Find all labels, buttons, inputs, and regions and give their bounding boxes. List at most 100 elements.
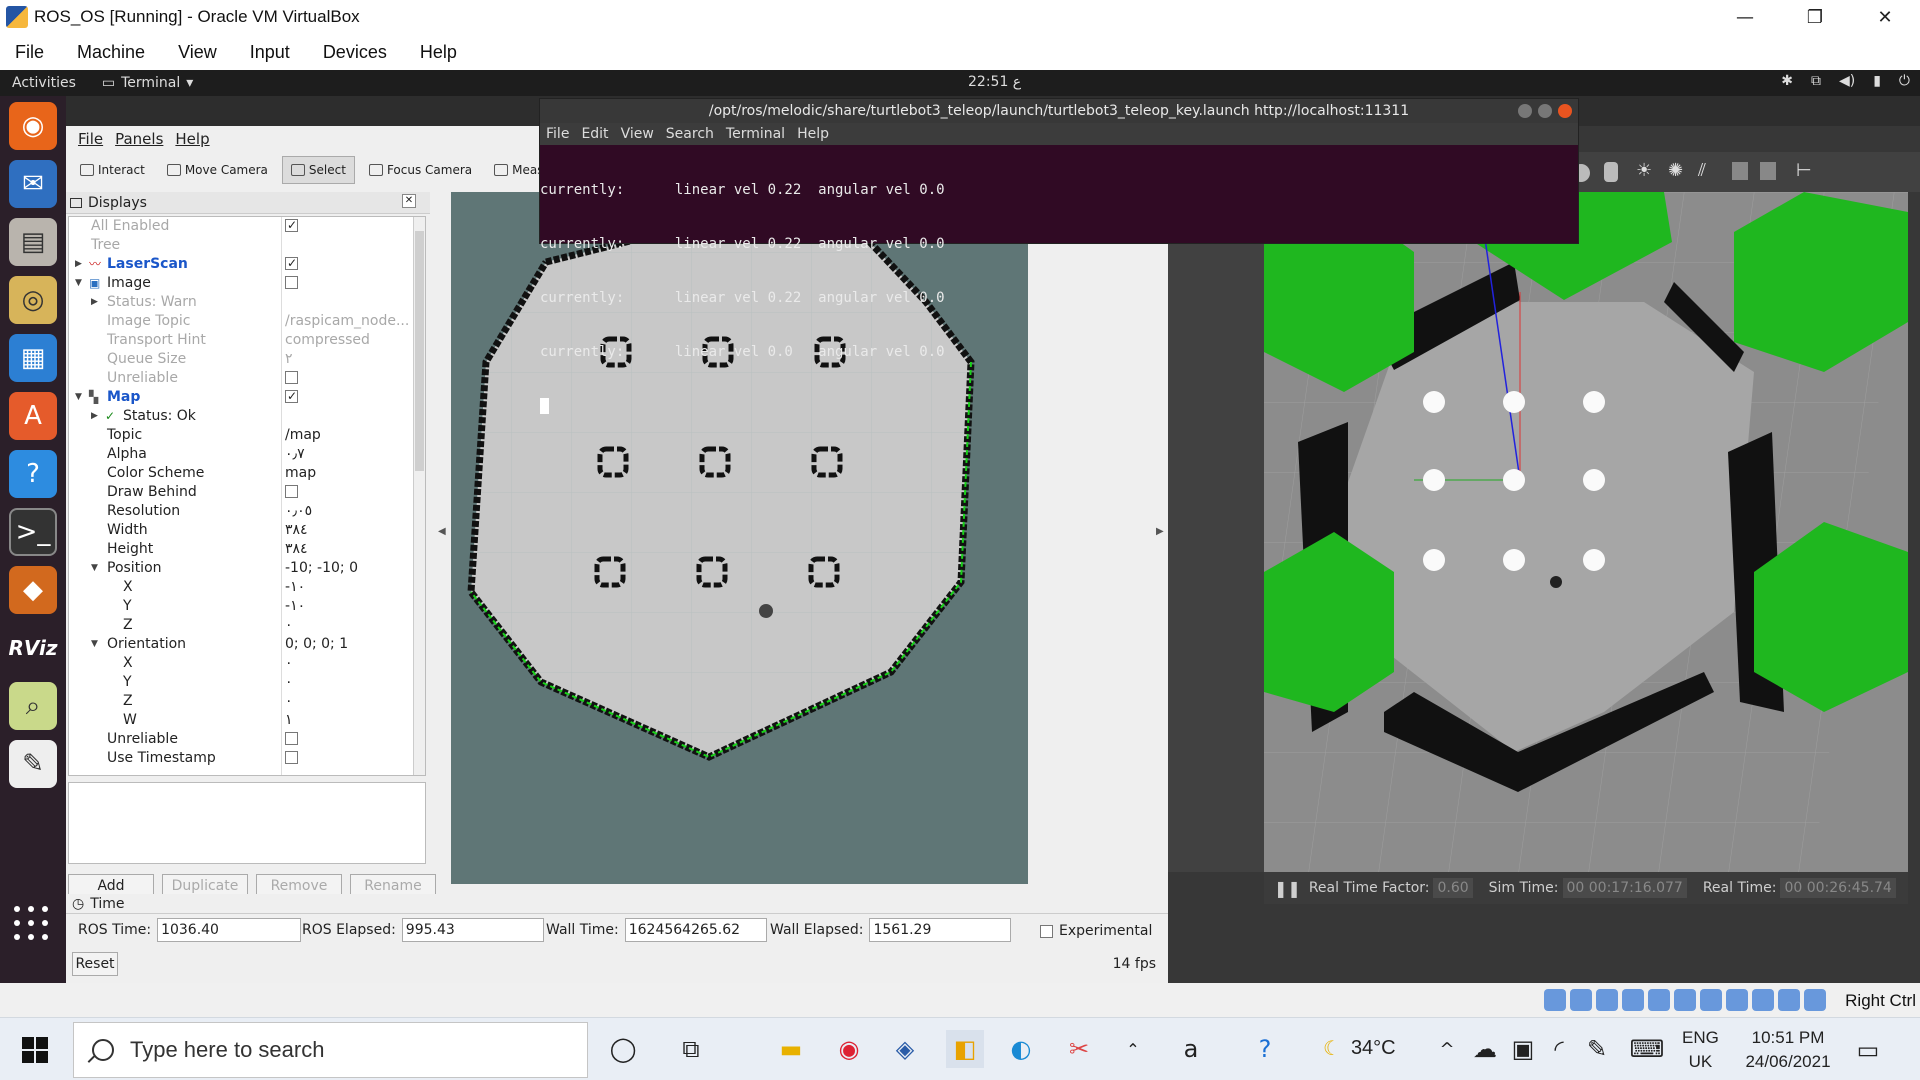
tree-row-value[interactable]: ٠ <box>285 616 415 635</box>
tree-row[interactable]: Unreliable <box>69 730 425 749</box>
tree-row[interactable]: Queue Size ٢ <box>69 350 425 369</box>
tree-row[interactable]: ▼ ▣ Image <box>69 274 425 293</box>
tree-row-value[interactable] <box>285 274 415 293</box>
expand-right-icon[interactable]: ▶ <box>91 293 98 312</box>
tree-row-value[interactable]: ٢ <box>285 350 415 369</box>
guest-clock[interactable]: 22:51 ع <box>968 74 1021 90</box>
expand-down-icon[interactable]: ▼ <box>75 274 82 293</box>
menu-help[interactable]: Help <box>420 42 457 63</box>
tree-row-value[interactable] <box>285 217 415 236</box>
tree-row[interactable]: Height ٣٨٤ <box>69 540 425 559</box>
tree-row[interactable]: ▶ Status: Warn <box>69 293 425 312</box>
stack-icon[interactable]: ◆ <box>9 566 57 614</box>
taskbar-search-box[interactable] <box>73 1022 588 1078</box>
terminal-maximize-icon[interactable] <box>1538 104 1552 118</box>
files-icon[interactable]: ▤ <box>9 218 57 266</box>
ros-time-field[interactable]: 1036.40 <box>157 918 302 942</box>
tree-row-checkbox[interactable] <box>285 388 298 406</box>
tree-row[interactable]: ▼ ▚ Map <box>69 388 425 407</box>
language-indicator[interactable]: ENG UK <box>1682 1026 1719 1074</box>
tree-row-value[interactable]: -10; -10; 0 <box>285 559 415 578</box>
weather-widget[interactable]: ☾ 34°C <box>1323 1036 1396 1061</box>
wall-elapsed-field[interactable]: 1561.29 <box>869 918 1012 942</box>
wall-time-field[interactable]: 1624564265.62 <box>624 918 767 942</box>
tree-row[interactable]: Y -١٠ <box>69 597 425 616</box>
terminal-dock-icon[interactable]: >_ <box>9 508 57 556</box>
minimize-button[interactable]: — <box>1710 0 1780 34</box>
pen-icon[interactable]: ✎ <box>1578 1030 1616 1068</box>
tree-row-value[interactable]: /map <box>285 426 415 445</box>
select-tool[interactable]: Select <box>281 156 355 184</box>
chevron-up-icon[interactable]: ⌃ <box>1114 1030 1152 1068</box>
volume-icon[interactable]: ◀) <box>1839 73 1855 89</box>
restore-button[interactable]: ❐ <box>1780 0 1850 34</box>
reset-button[interactable]: Reset <box>72 952 118 976</box>
tree-row[interactable]: Use Timestamp <box>69 749 425 768</box>
chrome-icon[interactable]: ◉ <box>830 1030 868 1068</box>
expand-down-icon[interactable]: ▼ <box>91 559 98 578</box>
rviz-icon[interactable]: RViz <box>8 624 57 672</box>
file-explorer-icon[interactable]: ▬ <box>772 1030 810 1068</box>
tree-row-checkbox[interactable] <box>285 370 298 384</box>
onedrive-icon[interactable]: ☁ <box>1466 1030 1504 1068</box>
activities-button[interactable]: Activities <box>12 75 76 91</box>
tree-row-value[interactable]: ١ <box>285 711 415 730</box>
edge-icon[interactable]: ◐ <box>1002 1030 1040 1068</box>
writer-icon[interactable]: ▦ <box>9 334 57 382</box>
tree-row[interactable]: Y٠ <box>69 673 425 692</box>
software-center-icon[interactable]: A <box>9 392 57 440</box>
notifications-icon[interactable]: ▭ <box>1848 1032 1888 1068</box>
tree-row-value[interactable]: compressed <box>285 331 415 350</box>
tree-row-checkbox[interactable] <box>285 731 298 745</box>
ros-vm-taskbar-icon[interactable]: ◧ <box>946 1030 984 1068</box>
tree-row-value[interactable] <box>285 369 415 388</box>
cortana-icon[interactable]: ◯ <box>604 1030 642 1068</box>
menu-devices[interactable]: Devices <box>323 42 387 63</box>
terminal-menu-edit[interactable]: Edit <box>581 126 608 142</box>
tree-row-value[interactable]: -١٠ <box>285 597 415 616</box>
close-panel-icon[interactable]: ✕ <box>402 194 416 208</box>
align-icon[interactable]: ⊢ <box>1796 160 1812 181</box>
sun-icon[interactable]: ☀ <box>1636 160 1652 181</box>
tree-row[interactable]: Transport Hint compressed <box>69 331 425 350</box>
usb-icon[interactable] <box>1648 989 1670 1011</box>
terminal-output[interactable]: currently: linear vel 0.22 angular vel 0… <box>540 145 1578 451</box>
terminal-menu-terminal[interactable]: Terminal <box>726 126 785 142</box>
tree-row[interactable]: ▶ ✓ Status: Ok <box>69 407 425 426</box>
menu-machine[interactable]: Machine <box>77 42 145 63</box>
show-applications-icon[interactable] <box>14 906 50 942</box>
help-tips-icon[interactable]: ? <box>1246 1030 1284 1068</box>
tree-row-checkbox[interactable] <box>285 255 298 273</box>
focus-camera-tool[interactable]: Focus Camera <box>361 156 480 184</box>
display-tree[interactable]: All Enabled Tree ▶ 〰 LaserScan ▼ ▣ Image ▶ Status… <box>68 216 426 776</box>
tray-overflow-icon[interactable]: ^ <box>1428 1030 1466 1068</box>
terminal-menu-view[interactable]: View <box>621 126 654 142</box>
tree-row[interactable]: Draw Behind <box>69 483 425 502</box>
snipping-tool-icon[interactable]: ✂ <box>1060 1030 1098 1068</box>
tree-row[interactable]: W١ <box>69 711 425 730</box>
meet-now-icon[interactable]: ▣ <box>1504 1030 1542 1068</box>
menu-view[interactable]: View <box>178 42 217 63</box>
tree-row-checkbox[interactable] <box>285 275 298 289</box>
tree-row[interactable]: X٠ <box>69 654 425 673</box>
tree-row-value[interactable]: ٠ <box>285 692 415 711</box>
tree-row-checkbox[interactable] <box>285 750 298 764</box>
tree-row-value[interactable] <box>285 730 415 749</box>
tree-row[interactable]: ▼ Position -10; -10; 0 <box>69 559 425 578</box>
tree-row[interactable]: Tree <box>69 236 425 255</box>
wifi-icon[interactable]: ◜ <box>1540 1030 1578 1068</box>
tree-row[interactable]: Alpha ٠٫٧ <box>69 445 425 464</box>
paste-icon[interactable] <box>1760 162 1776 180</box>
keyboard-capture-icon[interactable] <box>1804 989 1826 1011</box>
shared-folders-icon[interactable] <box>1674 989 1696 1011</box>
ros-elapsed-field[interactable]: 995.43 <box>401 918 544 942</box>
vt-x-icon[interactable] <box>1752 989 1774 1011</box>
task-view-icon[interactable]: ⧉ <box>672 1030 710 1068</box>
network-icon[interactable]: ⧉ <box>1811 73 1821 89</box>
keyboard-icon[interactable]: ⌨ <box>1628 1030 1666 1068</box>
expand-down-icon[interactable]: ▼ <box>91 635 98 654</box>
point-light-icon[interactable]: ✺ <box>1668 160 1683 181</box>
audio-icon[interactable] <box>1596 989 1618 1011</box>
tree-row[interactable]: ▼ Orientation 0; 0; 0; 1 <box>69 635 425 654</box>
taskbar-clock[interactable]: 10:51 PM 24/06/2021 <box>1738 1026 1838 1074</box>
